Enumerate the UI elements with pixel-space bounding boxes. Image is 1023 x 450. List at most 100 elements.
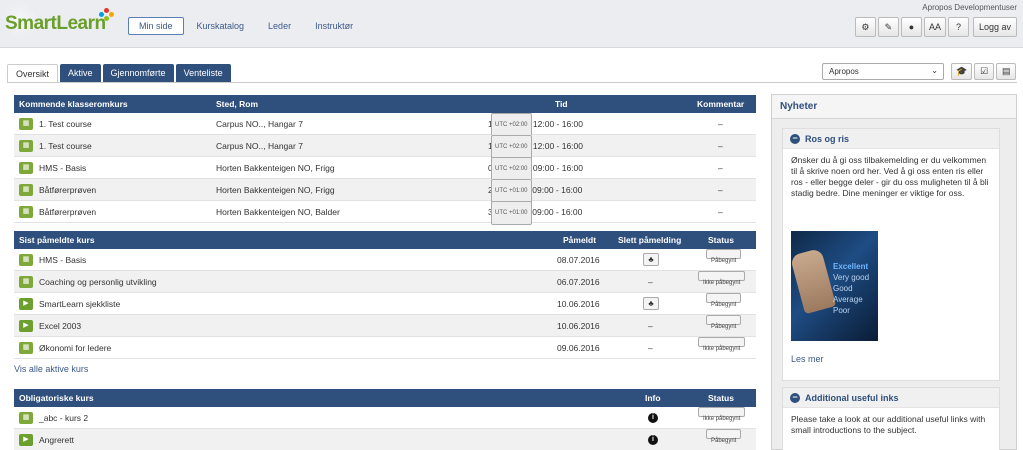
course-name[interactable]: 1. Test course (39, 113, 92, 135)
table-row[interactable]: ▶ SmartLearn sjekkliste 10.06.2016 ♣ Påbegyn… (14, 293, 756, 315)
tab-oversikt[interactable]: Oversikt (7, 64, 59, 82)
classroom-icon: ▦ (19, 140, 33, 152)
course-place: Carpus NO.., Hangar 7 (216, 119, 303, 129)
gear-settings-icon: ⚙ (861, 21, 870, 32)
course-name[interactable]: Økonomi for ledere (39, 337, 111, 359)
course-name[interactable]: Båtførerprøven (39, 179, 96, 201)
rating-word: Excellent (833, 262, 869, 271)
edit-button[interactable]: ✎ (877, 17, 899, 37)
news-title: Nyheter (772, 95, 1016, 119)
table-row[interactable]: ▦ Båtførerprøven Horten Bakkenteigen NO, F… (14, 179, 756, 203)
table-row[interactable]: ▦ Coaching og personlig utvikling 06.07.20… (14, 271, 756, 293)
course-name[interactable]: SmartLearn sjekkliste (39, 293, 120, 315)
rating-scale: Excellent Very good Good Average Poor (833, 261, 869, 316)
mandatory-courses-table: Obligatoriske kurs Info Status ▦ _abc - k… (14, 389, 756, 450)
course-name[interactable]: Båtførerprøven (39, 201, 96, 223)
comment: – (718, 207, 723, 217)
graduation-cap-button[interactable]: 🎓 (951, 63, 973, 80)
graduation-cap-icon: 🎓 (956, 66, 968, 76)
table-row[interactable]: ▦ HMS - Basis Horten Bakkenteigen NO, Frig… (14, 157, 756, 181)
course-place: Horten Bakkenteigen NO, Frigg (216, 185, 335, 195)
col-place: Sted, Rom (216, 99, 259, 109)
table-row[interactable]: ▶ Angrerett i Påbegynt (14, 429, 756, 450)
section-header[interactable]: − Ros og ris (783, 129, 999, 149)
classroom-icon: ▦ (19, 184, 33, 196)
upcoming-courses-table: Kommende klasseromkurs Sted, Rom Tid Kom… (14, 95, 756, 225)
news-panel: Nyheter − Ros og ris Ønsker du å gi oss t… (771, 94, 1017, 450)
read-more-link[interactable]: Les mer (791, 354, 824, 364)
info-icon[interactable]: i (648, 413, 658, 423)
utc-badge: UTC +02:00 (491, 113, 532, 137)
logout-button[interactable]: Logg av (972, 17, 1017, 37)
course-name[interactable]: Excel 2003 (39, 315, 81, 337)
course-name[interactable]: 1. Test course (39, 135, 92, 157)
nav-kurskatalog[interactable]: Kurskatalog (186, 17, 256, 35)
col-comment: Kommentar (697, 99, 745, 109)
tab-gjennomforte[interactable]: Gjennomførte (102, 64, 174, 82)
info-icon[interactable]: i (648, 435, 658, 445)
help-button[interactable]: ? (947, 17, 969, 37)
col-status: Status (708, 235, 734, 245)
person-icon: ● (908, 22, 915, 32)
col-time: Tid (555, 99, 568, 109)
course-name[interactable]: Angrerett (39, 429, 74, 450)
chevron-down-icon: ⌄ (931, 66, 938, 75)
table-row[interactable]: ▦ 1. Test course Carpus NO.., Hangar 7 19.0… (14, 135, 756, 159)
play-icon: ▶ (19, 434, 33, 446)
checklist-button[interactable]: ☑ (974, 63, 995, 80)
nav-min-side[interactable]: Min side (128, 17, 184, 35)
status-badge: Påbegynt (706, 293, 742, 308)
smartlearn-logo[interactable]: SmartLearn (5, 13, 106, 35)
classroom-icon: ▦ (19, 206, 33, 218)
collapse-icon: − (790, 134, 800, 144)
no-delete: – (648, 321, 653, 331)
font-size-button[interactable]: AA (923, 17, 946, 37)
news-section-feedback: − Ros og ris Ønsker du å gi oss tilbakeme… (782, 128, 1000, 381)
profile-button[interactable]: ● (900, 17, 922, 37)
nav-leder[interactable]: Leder (257, 17, 302, 35)
col-course: Kommende klasseromkurs (19, 99, 128, 109)
document-icon: ▤ (1001, 66, 1011, 76)
status-badge: Påbegynt (706, 249, 742, 264)
enrolled-date: 09.06.2016 (557, 343, 600, 353)
table-row[interactable]: ▦ 1. Test course Carpus NO.., Hangar 7 18.0… (14, 113, 756, 137)
course-name[interactable]: HMS - Basis (39, 157, 86, 179)
utc-badge: UTC +02:00 (491, 157, 532, 181)
table-row[interactable]: ▦ _abc - kurs 2 i Ikke påbegynt (14, 407, 756, 429)
col-delete: Slett påmelding (618, 235, 682, 245)
table-row[interactable]: ▦ HMS - Basis 08.07.2016 ♣ Påbegynt (14, 249, 756, 271)
main-nav: Min side Kurskatalog Leder Instruktør (128, 17, 366, 35)
comment: – (718, 119, 723, 129)
table-header: Kommende klasseromkurs Sted, Rom Tid Kom… (14, 95, 756, 113)
classroom-icon: ▦ (19, 276, 33, 288)
table-row[interactable]: ▶ Excel 2003 10.06.2016 – Påbegynt (14, 315, 756, 337)
status-badge: Påbegynt (706, 315, 742, 330)
show-all-active-link[interactable]: Vis alle aktive kurs (14, 364, 88, 374)
course-name[interactable]: _abc - kurs 2 (39, 407, 88, 429)
document-button[interactable]: ▤ (996, 63, 1017, 80)
settings-button[interactable]: ⚙ (854, 17, 876, 37)
user-name: Apropos Developmentuser (922, 3, 1017, 12)
col-status: Status (708, 393, 734, 403)
rating-image: Excellent Very good Good Average Poor (791, 231, 878, 341)
tab-venteliste[interactable]: Venteliste (175, 64, 231, 82)
org-select[interactable]: Apropos ⌄ (822, 63, 944, 80)
delete-enrolment-button[interactable]: ♣ (643, 253, 659, 266)
table-row[interactable]: ▦ Båtførerprøven Horten Bakkenteigen NO, B… (14, 201, 756, 225)
enrolled-date: 06.07.2016 (557, 277, 600, 287)
news-section-links: − Additional useful inks Please take a lo… (782, 387, 1000, 450)
tab-aktive[interactable]: Aktive (60, 64, 101, 82)
enrolled-date: 08.07.2016 (557, 255, 600, 265)
course-name[interactable]: HMS - Basis (39, 249, 86, 271)
course-place: Horten Bakkenteigen NO, Balder (216, 207, 340, 217)
table-row[interactable]: ▦ Økonomi for ledere 09.06.2016 – Ikke påbeg… (14, 337, 756, 359)
delete-enrolment-button[interactable]: ♣ (643, 297, 659, 310)
course-name[interactable]: Coaching og personlig utvikling (39, 271, 157, 293)
rating-word: Good (833, 284, 853, 293)
section-header[interactable]: − Additional useful inks (783, 388, 999, 408)
nav-instruktor[interactable]: Instruktør (304, 17, 364, 35)
view-buttons: 🎓 ☑ ▤ (951, 63, 1017, 80)
recent-enrolments-table: Sist påmeldte kurs Påmeldt Slett påmeldi… (14, 231, 756, 359)
classroom-icon: ▦ (19, 412, 33, 424)
utc-badge: UTC +01:00 (491, 179, 532, 203)
